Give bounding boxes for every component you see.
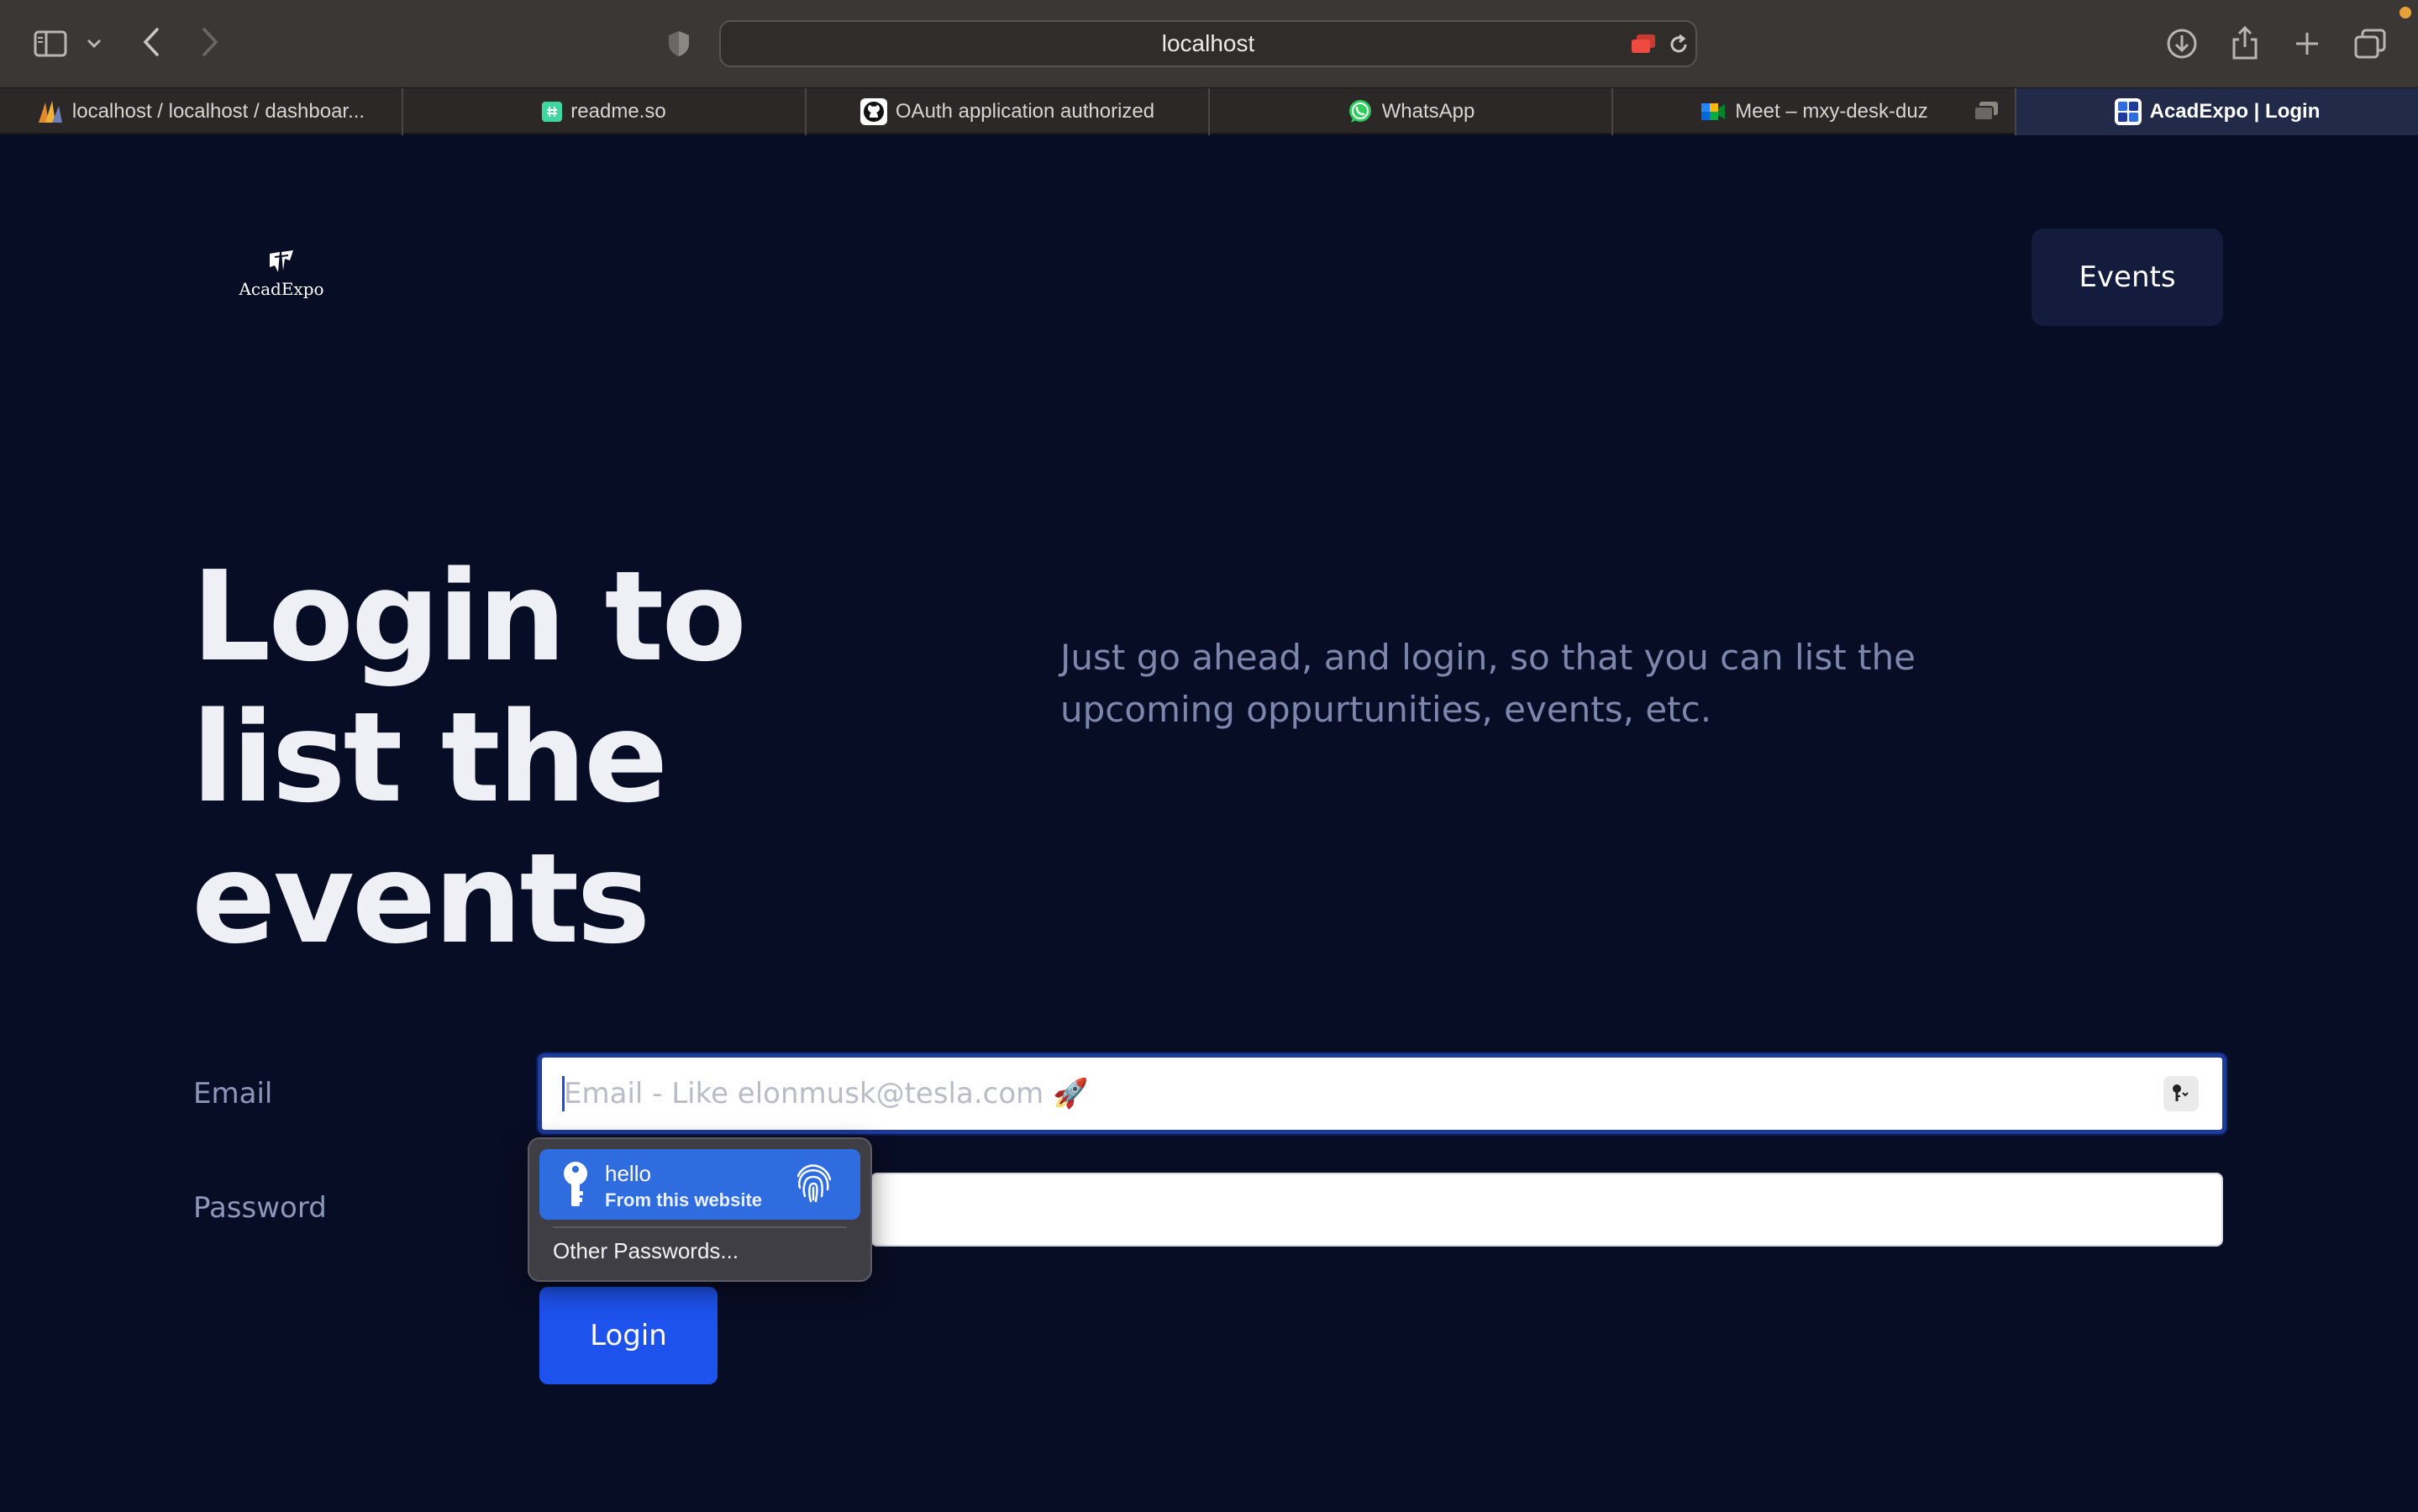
reload-icon[interactable] [1664, 30, 1694, 59]
login-button[interactable]: Login [539, 1287, 718, 1384]
email-field[interactable] [564, 1058, 2118, 1130]
logo-mark-icon [227, 249, 336, 276]
password-label: Password [193, 1191, 327, 1225]
tab-whatsapp[interactable]: WhatsApp [1210, 88, 1613, 135]
tab-acadexpo-login[interactable]: AcadExpo | Login [2016, 88, 2418, 135]
tab-label: readme.so [570, 100, 666, 123]
page-subtitle: Just go ahead, and login, so that you ca… [1060, 637, 1916, 730]
password-field[interactable] [870, 1173, 2223, 1247]
password-key-icon[interactable] [2163, 1076, 2199, 1111]
events-button[interactable]: Events [2032, 228, 2223, 326]
address-bar[interactable]: localhost [719, 20, 1697, 67]
email-label: Email [193, 1077, 273, 1110]
google-meet-icon [1700, 98, 1727, 125]
tab-label: AcadExpo | Login [2149, 100, 2321, 123]
tab-google-meet[interactable]: Meet – mxy-desk-duz [1613, 88, 2016, 135]
tab-bar: localhost / localhost / dashboar... read… [0, 87, 2418, 135]
privacy-shield-icon[interactable] [662, 27, 696, 60]
tab-label: OAuth application authorized [895, 100, 1155, 123]
tab-label: Meet – mxy-desk-duz [1735, 100, 1928, 123]
tab-label: WhatsApp [1381, 100, 1475, 123]
page-title: Login to list the events [192, 544, 747, 971]
acadexpo-logo[interactable]: AcadExpo [227, 249, 336, 299]
key-icon [561, 1161, 590, 1213]
autofill-suggestion[interactable]: hello From this website [539, 1149, 860, 1220]
password-autofill-popover: hello From this website Other Passwords.… [528, 1137, 872, 1282]
text-caret [562, 1076, 565, 1111]
picture-in-picture-icon[interactable] [1973, 100, 2000, 128]
new-tab-plus-icon[interactable] [2289, 25, 2326, 62]
acadexpo-icon [2114, 98, 2142, 125]
readme-icon [542, 102, 563, 122]
tab-overview-icon[interactable] [2351, 25, 2389, 62]
browser-toolbar: localhost [0, 0, 2418, 87]
email-field-container [538, 1053, 2226, 1134]
tab-label: localhost / localhost / dashboar... [71, 100, 365, 123]
screen-record-icon[interactable] [1628, 30, 1658, 59]
chevron-down-icon[interactable] [82, 30, 106, 57]
autofill-divider [553, 1226, 847, 1228]
autofill-source: From this website [605, 1189, 763, 1210]
fingerprint-icon [793, 1163, 833, 1208]
downloads-icon[interactable] [2163, 25, 2201, 62]
back-arrow-icon[interactable] [136, 24, 166, 60]
github-icon [859, 98, 887, 125]
other-passwords-item[interactable]: Other Passwords... [553, 1238, 739, 1264]
share-icon[interactable] [2226, 22, 2263, 62]
forward-arrow-icon[interactable] [195, 24, 225, 60]
sidebar-toggle-icon[interactable] [30, 25, 71, 62]
tab-readme[interactable]: readme.so [403, 88, 807, 135]
notification-dot [2400, 7, 2411, 18]
tab-github-oauth[interactable]: OAuth application authorized [807, 88, 1210, 135]
address-url[interactable]: localhost [721, 22, 1695, 66]
tab-phpmyadmin[interactable]: localhost / localhost / dashboar... [0, 88, 403, 135]
autofill-username: hello [605, 1161, 651, 1186]
logo-text: AcadExpo [239, 279, 324, 299]
whatsapp-icon [1347, 98, 1374, 125]
phpmyadmin-icon [37, 98, 64, 125]
